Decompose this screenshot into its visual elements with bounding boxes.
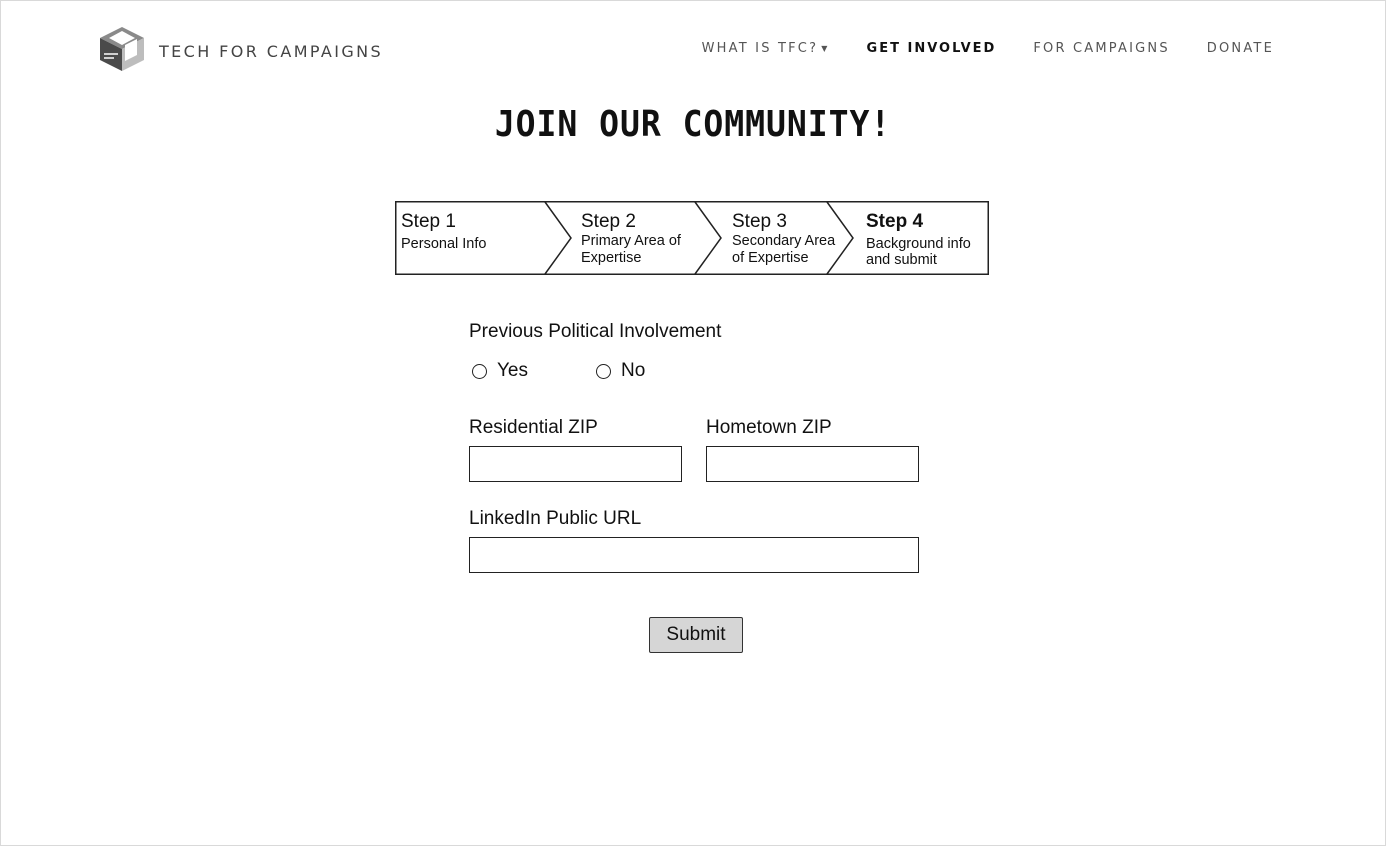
page-title: JOIN OUR COMMUNITY! [494,104,892,145]
nav-label: FOR CAMPAIGNS [1033,41,1170,56]
step-number: Step 2 [581,211,636,232]
nav-donate[interactable]: DONATE [1207,41,1274,56]
step-2[interactable]: Step 2 Primary Area of Expertise [581,211,681,267]
brand-name: TECH FOR CAMPAIGNS [159,42,384,61]
radio-yes-label: Yes [497,360,528,381]
step-1[interactable]: Step 1 Personal Info [401,211,486,253]
step-description: of Expertise [732,250,809,266]
linkedin-url-label: LinkedIn Public URL [469,508,642,529]
hometown-zip-label: Hometown ZIP [706,417,832,438]
radio-no[interactable]: No [596,360,645,382]
step-number: Step 4 [866,211,924,232]
nav-label: WHAT IS TFC? [701,41,819,56]
step-description: Background info [866,236,971,252]
step-description: Secondary Area [732,233,836,249]
step-4-current[interactable]: Step 4 Background info and submit [866,211,971,267]
political-involvement-label: Previous Political Involvement [469,321,722,342]
main-nav: WHAT IS TFC? ▼ GET INVOLVED FOR CAMPAIGN… [702,41,1274,56]
step-description: and submit [866,252,937,268]
hometown-zip-input[interactable] [706,446,919,482]
nav-for-campaigns[interactable]: FOR CAMPAIGNS [1033,41,1169,56]
residential-zip-label: Residential ZIP [469,417,598,438]
radio-yes[interactable]: Yes [472,360,528,382]
step-number: Step 3 [732,211,787,232]
nav-get-involved[interactable]: GET INVOLVED [867,41,997,56]
brand-logo-link[interactable]: TECH FOR CAMPAIGNS [97,25,383,78]
cube-logo-icon [97,25,147,78]
progress-stepper: Step 1 Personal Info Step 2 Primary Area… [395,201,989,275]
caret-down-icon: ▼ [821,44,830,53]
step-description: Primary Area of [581,233,681,249]
step-description: Expertise [581,250,642,266]
radio-no-label: No [621,360,646,381]
step-number: Step 1 [401,211,456,232]
nav-label: DONATE [1206,41,1274,56]
step-3[interactable]: Step 3 Secondary Area of Expertise [732,211,835,267]
submit-button[interactable]: Submit [649,617,743,653]
nav-what-is-tfc[interactable]: WHAT IS TFC? ▼ [702,41,830,56]
political-involvement-radios: Yes No [469,360,645,382]
radio-circle-icon[interactable] [596,363,611,379]
linkedin-url-input[interactable] [469,537,919,573]
nav-label: GET INVOLVED [866,41,997,56]
step-description: Personal Info [401,236,487,252]
radio-circle-icon[interactable] [472,363,487,379]
residential-zip-input[interactable] [469,446,682,482]
